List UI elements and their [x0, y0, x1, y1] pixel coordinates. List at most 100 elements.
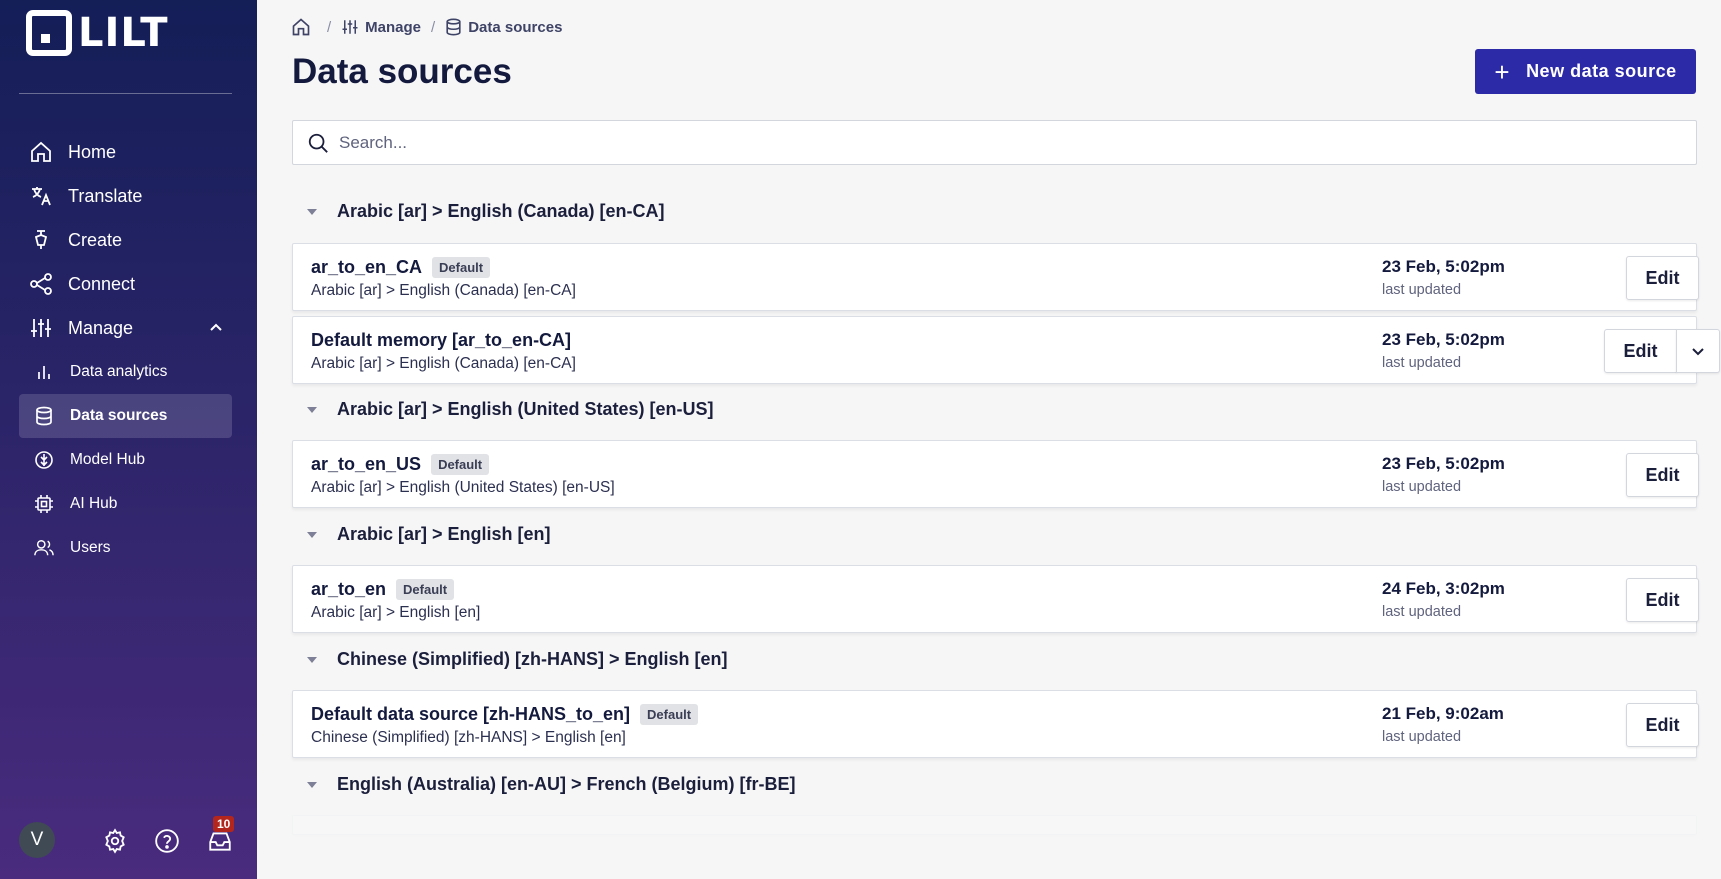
sidebar-item-label: Create: [68, 229, 123, 250]
sidebar-item-create[interactable]: Create: [19, 218, 232, 262]
inbox-count-badge: 10: [213, 816, 235, 832]
last-updated-label: last updated: [1382, 355, 1462, 371]
breadcrumb-manage-label: Manage: [365, 18, 422, 36]
chevron-up-icon[interactable]: [208, 319, 224, 340]
breadcrumb-data-sources-label: Data sources: [468, 18, 563, 36]
group-header[interactable]: Chinese (Simplified) [zh-HANS] > English…: [307, 649, 728, 670]
data-source-row[interactable]: Default data source [zh-HANS_to_en] Defa…: [292, 690, 1699, 758]
data-source-row[interactable]: ar_to_en_CA Default Arabic [ar] > Englis…: [292, 243, 1699, 311]
sidebar-item-ai-hub[interactable]: AI Hub: [19, 482, 232, 526]
collapse-triangle-icon: [307, 531, 317, 538]
language-pair: Arabic [ar] > English (United States) [e…: [311, 479, 615, 496]
group-header[interactable]: Arabic [ar] > English (Canada) [en-CA]: [307, 201, 665, 222]
sidebar-nav: Home Translate Create Connect Manage Dat…: [19, 130, 232, 570]
breadcrumb-separator: /: [431, 18, 436, 36]
data-source-name: ar_to_en_CA: [311, 257, 423, 277]
sidebar-footer: V 10: [19, 816, 239, 858]
sidebar-item-translate[interactable]: Translate: [19, 174, 232, 218]
data-source-row-partial[interactable]: [292, 815, 1697, 835]
breadcrumb-separator: /: [327, 18, 332, 36]
search-icon: [308, 133, 328, 153]
sidebar-item-label: Home: [68, 141, 117, 162]
translate-icon: [28, 183, 54, 209]
language-pair: Arabic [ar] > English (Canada) [en-CA]: [311, 282, 576, 299]
lilt-logo[interactable]: LILT: [26, 10, 169, 56]
sidebar-item-label: Manage: [68, 317, 134, 338]
data-source-row[interactable]: ar_to_en_US Default Arabic [ar] > Englis…: [292, 440, 1699, 508]
help-icon[interactable]: [153, 827, 181, 855]
pen-icon: [28, 227, 54, 253]
collapse-triangle-icon: [307, 781, 317, 788]
group-title: English (Australia) [en-AU] > French (Be…: [337, 774, 796, 794]
data-source-name-wrap: Default data source [zh-HANS_to_en] Defa…: [311, 704, 699, 725]
main-content: / Manage / Data sources Data sources + N…: [257, 0, 1721, 879]
last-updated-label: last updated: [1382, 729, 1462, 745]
group-title: Arabic [ar] > English [en]: [337, 524, 551, 544]
breadcrumb-manage[interactable]: Manage: [341, 18, 421, 36]
data-source-name-wrap: ar_to_en_US Default: [311, 454, 490, 475]
bar-chart-icon: [34, 362, 54, 382]
default-badge: Default: [431, 454, 490, 475]
data-source-name-wrap: ar_to_en Default: [311, 579, 455, 600]
sidebar: LILT Home Translate Create Connect Manag…: [0, 0, 257, 879]
last-updated-date: 23 Feb, 5:02pm: [1382, 330, 1505, 349]
database-icon: [34, 406, 54, 426]
home-icon: [28, 139, 54, 165]
last-updated-date: 24 Feb, 3:02pm: [1382, 579, 1505, 598]
default-badge: Default: [640, 704, 699, 725]
gear-icon[interactable]: [101, 827, 129, 855]
group-header[interactable]: Arabic [ar] > English [en]: [307, 524, 551, 545]
search-bar: [292, 120, 1697, 165]
language-pair: Arabic [ar] > English (Canada) [en-CA]: [311, 355, 576, 372]
group-header[interactable]: Arabic [ar] > English (United States) [e…: [307, 399, 714, 420]
sidebar-item-data-analytics[interactable]: Data analytics: [19, 350, 232, 394]
data-source-row[interactable]: Default memory [ar_to_en-CA] Arabic [ar]…: [292, 316, 1720, 384]
edit-button[interactable]: Edit: [1626, 703, 1699, 747]
users-icon: [34, 538, 54, 558]
edit-button[interactable]: Edit: [1626, 256, 1699, 300]
language-pair: Arabic [ar] > English [en]: [311, 604, 481, 621]
sidebar-item-users[interactable]: Users: [19, 526, 232, 570]
breadcrumb-data-sources: Data sources: [445, 18, 562, 36]
search-input[interactable]: [339, 132, 1639, 153]
edit-button[interactable]: Edit: [1604, 329, 1677, 373]
sidebar-item-connect[interactable]: Connect: [19, 262, 232, 306]
sidebar-divider: [19, 93, 232, 94]
logo-text: LILT: [78, 10, 169, 56]
default-badge: Default: [396, 579, 455, 600]
language-pair: Chinese (Simplified) [zh-HANS] > English…: [311, 729, 626, 746]
logo-mark-icon: [26, 10, 72, 56]
avatar[interactable]: V: [19, 822, 55, 858]
last-updated-label: last updated: [1382, 604, 1462, 620]
group-header[interactable]: English (Australia) [en-AU] > French (Be…: [307, 774, 796, 795]
new-data-source-button[interactable]: + New data source: [1475, 49, 1696, 94]
edit-button[interactable]: Edit: [1626, 453, 1699, 497]
sidebar-item-label: Users: [70, 539, 111, 556]
breadcrumb: / Manage / Data sources: [291, 17, 562, 37]
sidebar-item-label: AI Hub: [70, 495, 118, 512]
sidebar-item-label: Data sources: [70, 407, 168, 424]
chip-icon: [34, 494, 54, 514]
page-title: Data sources: [292, 52, 512, 91]
sidebar-item-data-sources[interactable]: Data sources: [19, 394, 232, 438]
data-source-row[interactable]: ar_to_en Default Arabic [ar] > English […: [292, 565, 1699, 633]
new-data-source-label: New data source: [1526, 61, 1677, 81]
sidebar-item-model-hub[interactable]: Model Hub: [19, 438, 232, 482]
database-icon: [446, 18, 461, 36]
group-title: Arabic [ar] > English (Canada) [en-CA]: [337, 201, 665, 221]
data-source-name: Default data source [zh-HANS_to_en]: [311, 704, 631, 724]
home-icon: [292, 18, 310, 36]
share-icon: [28, 271, 54, 297]
data-source-name: Default memory [ar_to_en-CA]: [311, 330, 572, 350]
group-title: Arabic [ar] > English (United States) [e…: [337, 399, 714, 419]
collapse-triangle-icon: [307, 656, 317, 663]
last-updated-date: 21 Feb, 9:02am: [1382, 704, 1504, 723]
edit-button[interactable]: Edit: [1626, 578, 1699, 622]
sidebar-item-label: Connect: [68, 273, 136, 294]
sidebar-item-home[interactable]: Home: [19, 130, 232, 174]
edit-dropdown-toggle[interactable]: [1676, 329, 1720, 373]
last-updated-date: 23 Feb, 5:02pm: [1382, 257, 1505, 276]
last-updated-label: last updated: [1382, 282, 1462, 298]
breadcrumb-home[interactable]: [291, 17, 317, 37]
sidebar-item-manage[interactable]: Manage: [19, 306, 232, 350]
